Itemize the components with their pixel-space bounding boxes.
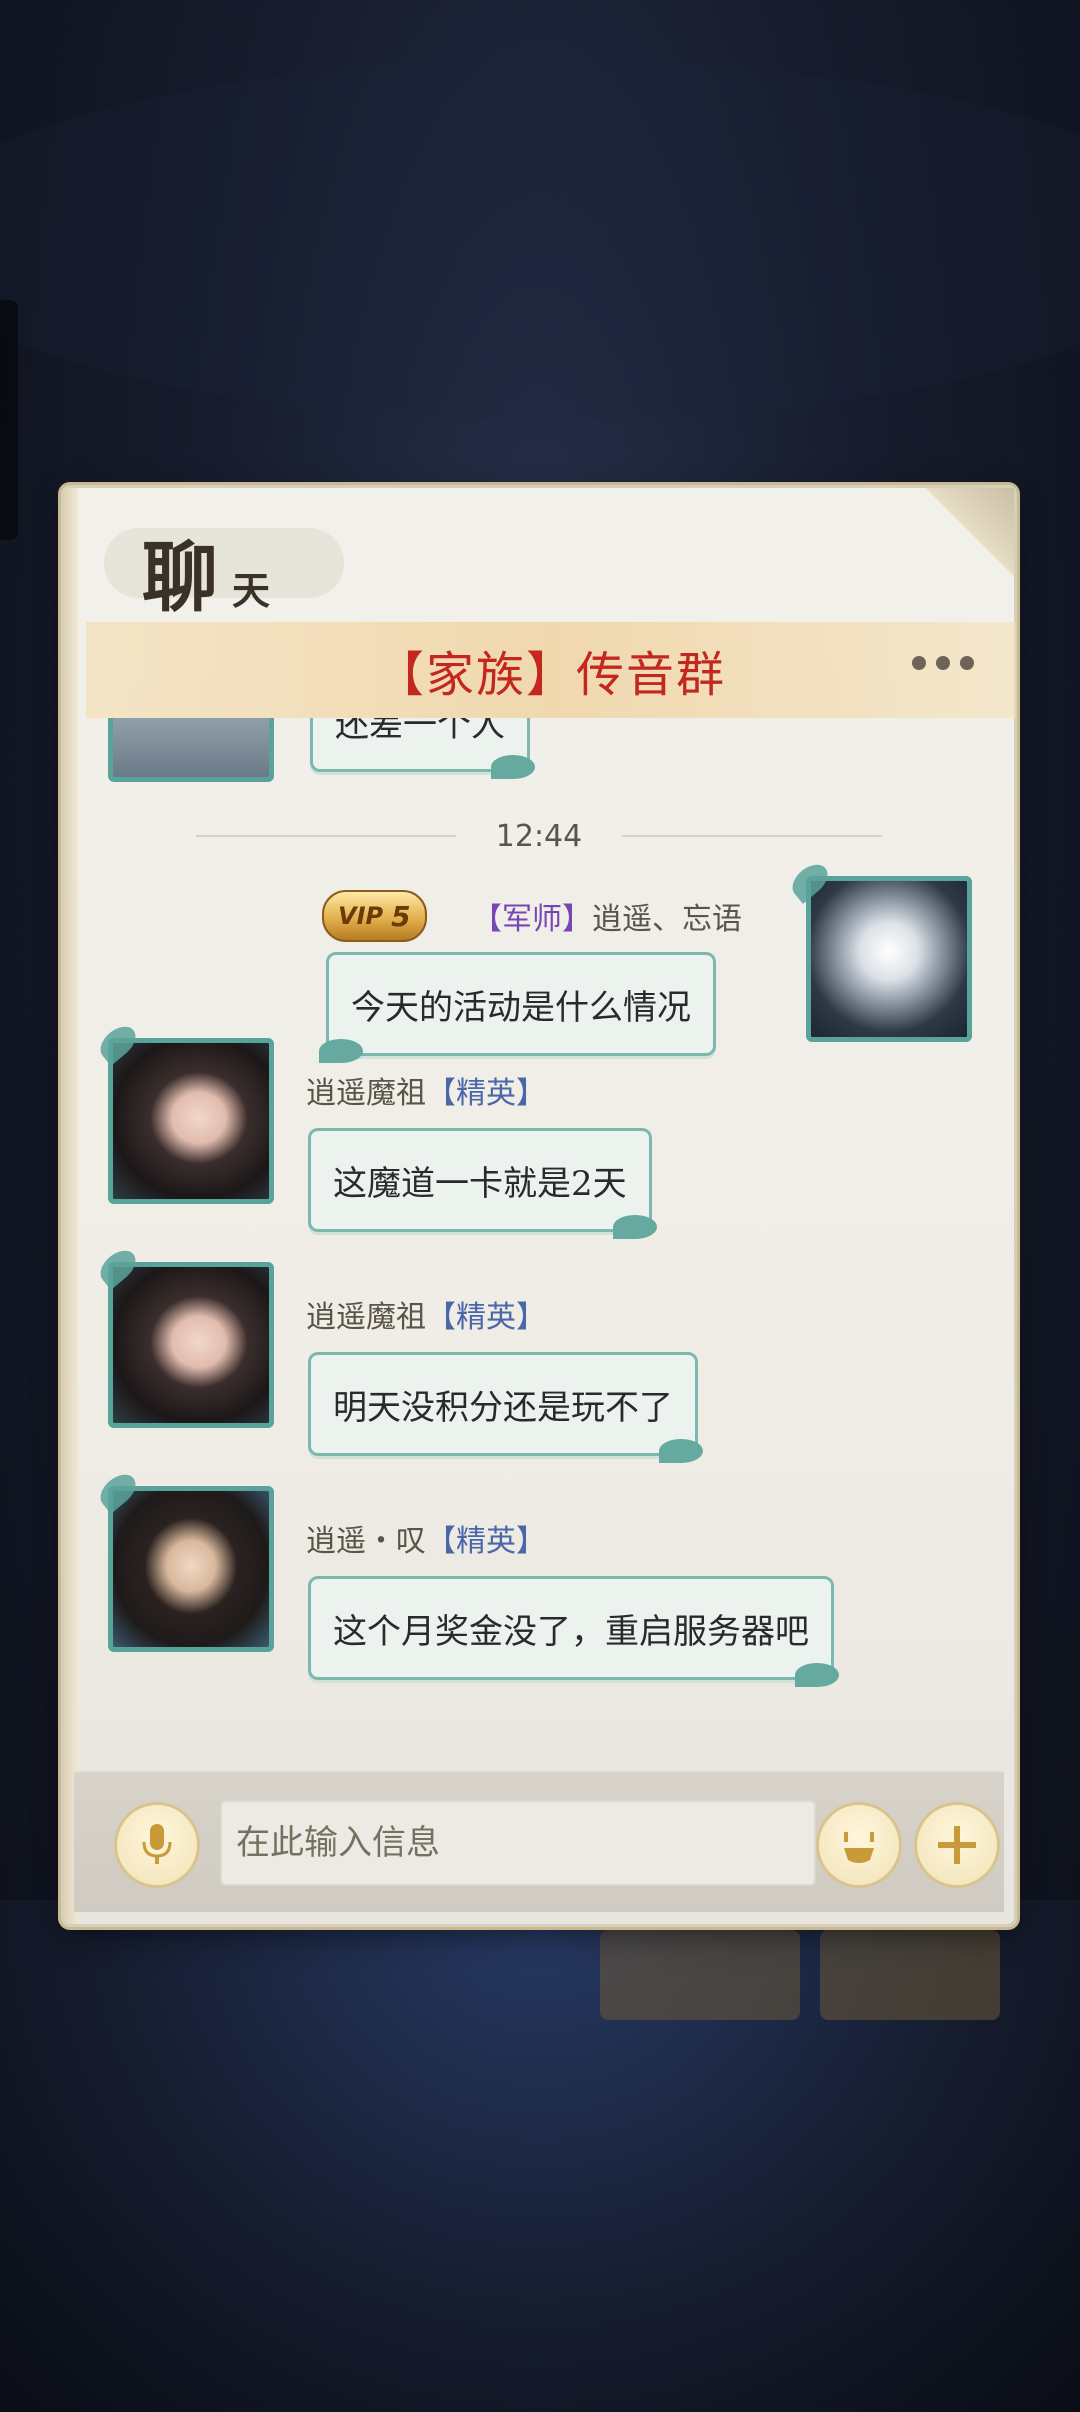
emoji-face-icon[interactable] bbox=[816, 1802, 902, 1888]
sender-line: 【军师】逍遥、忘语 bbox=[472, 894, 742, 938]
more-dots-icon[interactable] bbox=[912, 656, 974, 670]
timestamp: 12:44 bbox=[495, 818, 583, 854]
panel-title: 聊 bbox=[142, 533, 218, 622]
sender-name: 逍遥・叹 bbox=[306, 1524, 426, 1559]
microphone-icon[interactable] bbox=[114, 1802, 200, 1888]
message-text: 今天的活动是什么情况 bbox=[351, 987, 691, 1028]
message-bubble: 明天没积分还是玩不了 bbox=[308, 1352, 703, 1463]
background-button bbox=[600, 1930, 800, 2020]
message-list[interactable]: 还差一个人 12:44 VIP 5 【军师】逍遥、忘语 今天的活动是什么情况 逍… bbox=[74, 718, 1004, 1718]
message-input[interactable] bbox=[220, 1800, 816, 1886]
message-text: 这个月奖金没了，重启服务器吧 bbox=[333, 1611, 809, 1652]
background-cloud bbox=[0, 60, 1080, 420]
avatar[interactable] bbox=[806, 876, 972, 1042]
avatar[interactable] bbox=[108, 1038, 274, 1204]
message-text: 这魔道一卡就是2天 bbox=[333, 1163, 627, 1204]
message-text: 还差一个人 bbox=[335, 718, 505, 745]
vip-badge: VIP 5 bbox=[322, 890, 427, 942]
panel-subtitle: 天 bbox=[232, 568, 271, 613]
sender-line: 逍遥魔祖【精英】 bbox=[306, 1068, 546, 1112]
page-corner-fold bbox=[924, 488, 1014, 578]
avatar[interactable] bbox=[108, 1486, 274, 1652]
avatar[interactable] bbox=[108, 718, 274, 782]
vip-label: VIP bbox=[338, 902, 384, 930]
avatar[interactable] bbox=[108, 1262, 274, 1428]
vip-level: 5 bbox=[391, 899, 411, 933]
background-button bbox=[820, 1930, 1000, 2020]
role-tag: 【精英】 bbox=[426, 1076, 546, 1111]
sender-name: 逍遥、忘语 bbox=[592, 902, 742, 937]
message-text: 明天没积分还是玩不了 bbox=[333, 1387, 673, 1428]
input-bar bbox=[74, 1770, 1004, 1912]
divider-line bbox=[622, 835, 883, 837]
sender-line: 逍遥魔祖【精英】 bbox=[306, 1292, 546, 1336]
side-tab bbox=[0, 300, 18, 540]
timestamp-divider: 12:44 bbox=[74, 816, 1004, 856]
role-tag: 【精英】 bbox=[426, 1300, 546, 1335]
sender-name: 逍遥魔祖 bbox=[306, 1300, 426, 1335]
sender-name: 逍遥魔祖 bbox=[306, 1076, 426, 1111]
divider-line bbox=[195, 835, 456, 837]
message-bubble: 这魔道一卡就是2天 bbox=[308, 1128, 657, 1239]
title-cloud-decoration bbox=[104, 528, 344, 598]
message-bubble: 今天的活动是什么情况 bbox=[319, 952, 716, 1063]
message-bubble: 还差一个人 bbox=[310, 718, 535, 779]
sender-line: 逍遥・叹【精英】 bbox=[306, 1516, 546, 1560]
role-tag: 【军师】 bbox=[472, 902, 592, 937]
plus-icon[interactable] bbox=[914, 1802, 1000, 1888]
chat-panel: 聊 天 【家族】传音群 还差一个人 12:44 VIP 5 【军师】逍遥、忘语 … bbox=[64, 488, 1016, 1924]
message-bubble: 这个月奖金没了，重启服务器吧 bbox=[308, 1576, 839, 1687]
group-title: 【家族】传音群 bbox=[375, 647, 726, 703]
role-tag: 【精英】 bbox=[426, 1524, 546, 1559]
group-header: 【家族】传音群 bbox=[86, 622, 1016, 718]
